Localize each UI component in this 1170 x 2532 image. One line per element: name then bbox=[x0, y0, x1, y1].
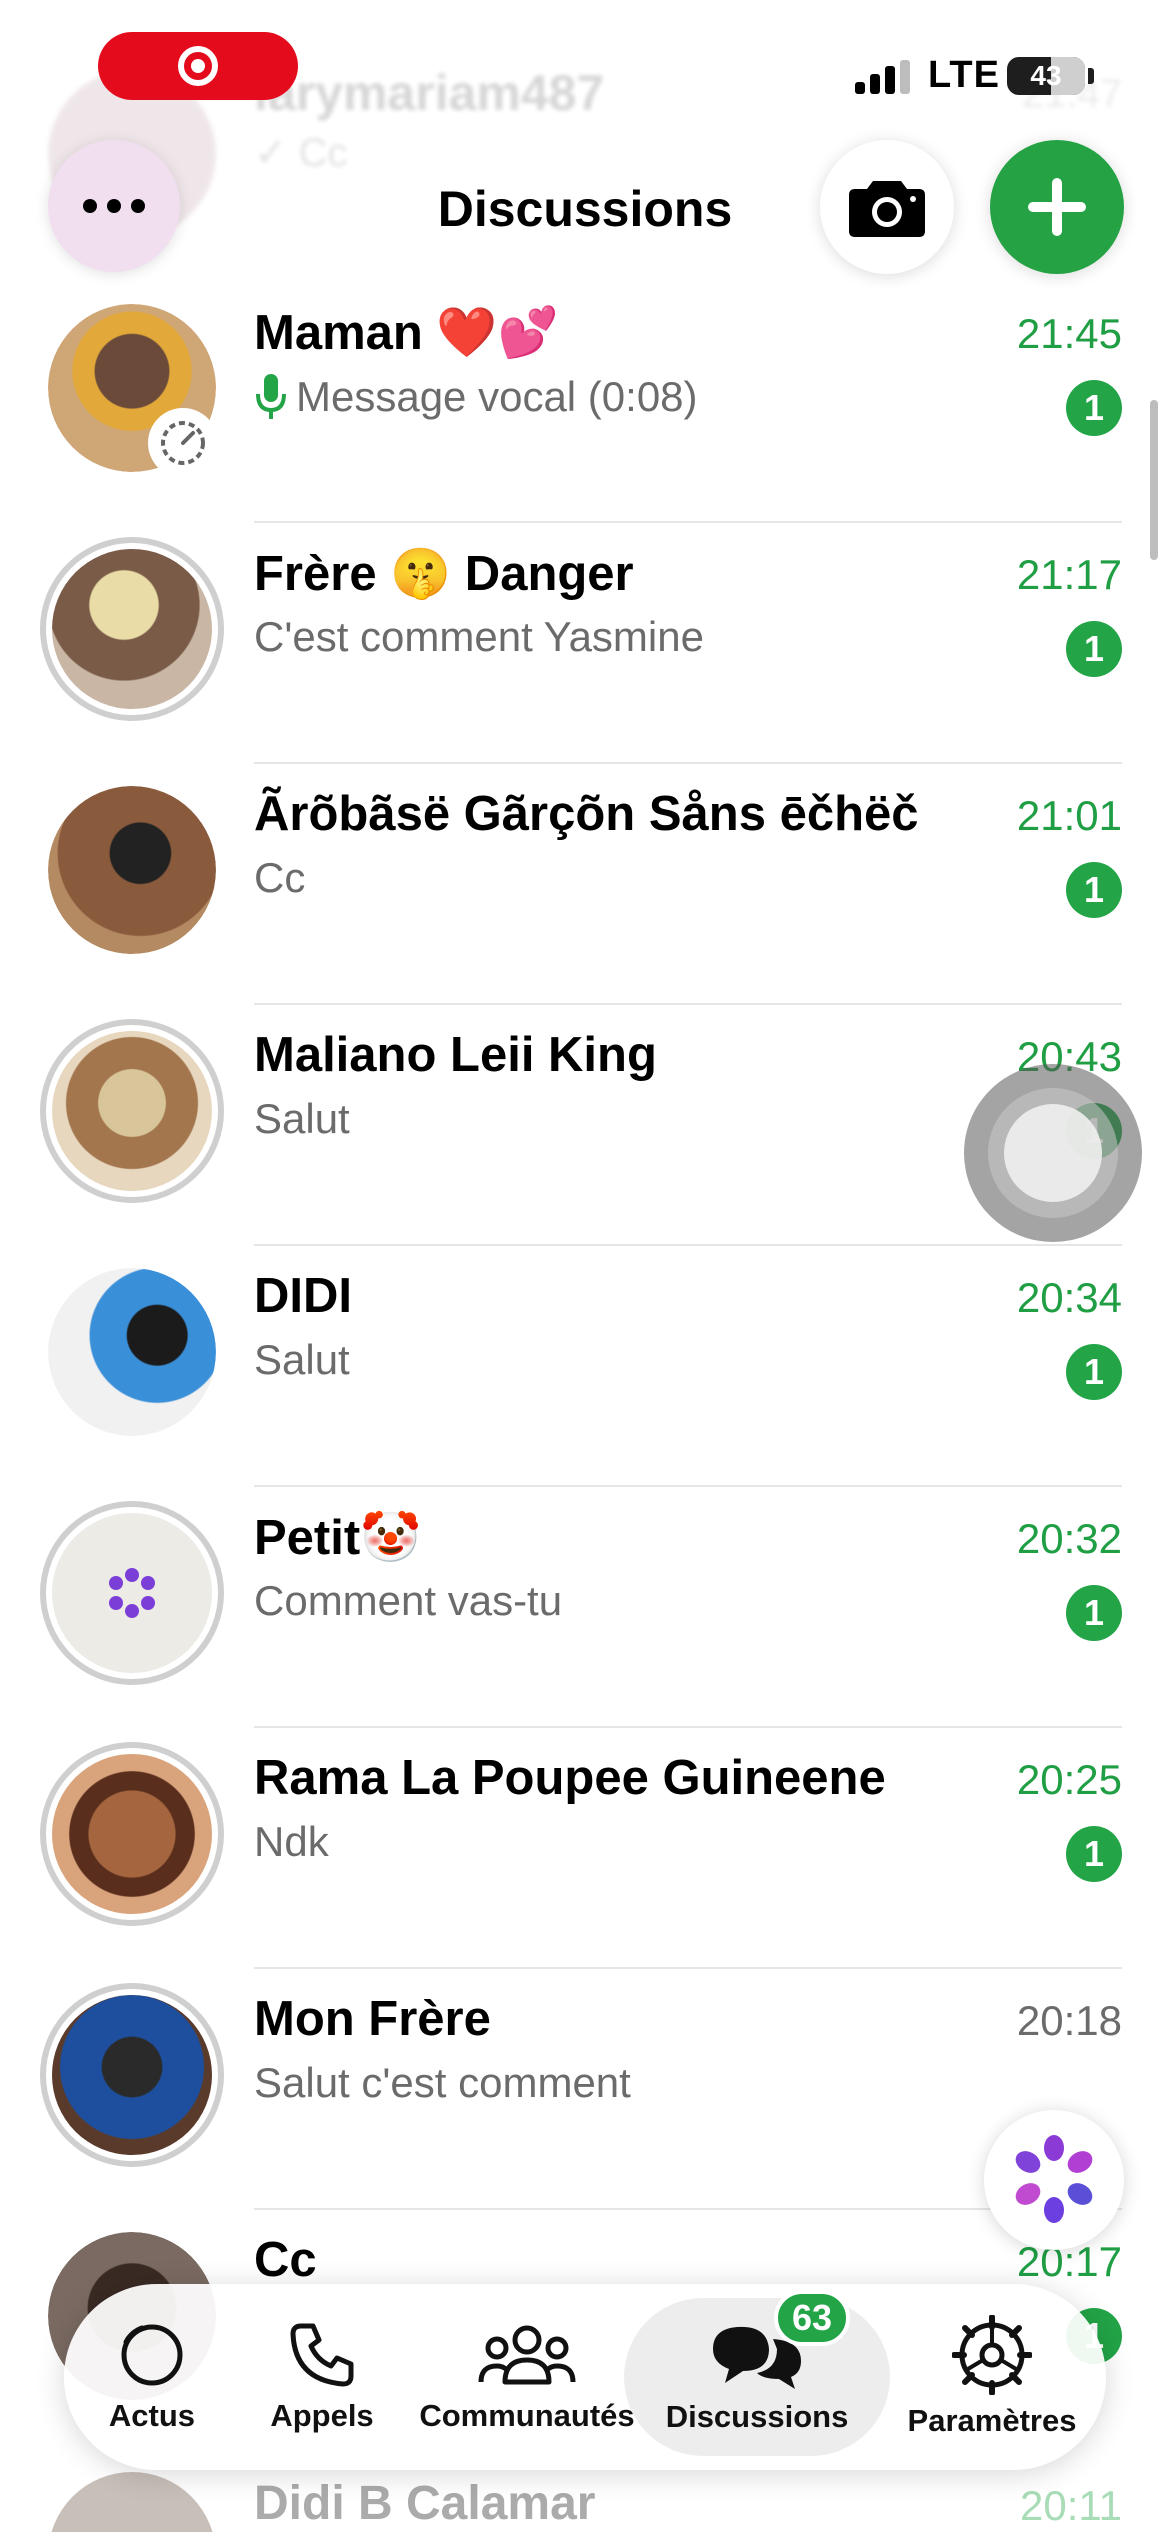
chat-time: 20:34 bbox=[1016, 1274, 1122, 1321]
screen-recording-indicator[interactable] bbox=[98, 32, 298, 100]
chat-message-text: Message vocal (0:08) bbox=[296, 373, 698, 420]
tab-communautes[interactable]: Communautés bbox=[412, 2284, 642, 2470]
battery-icon: 43 bbox=[1007, 57, 1085, 95]
plus-icon bbox=[1028, 178, 1086, 236]
header: Discussions bbox=[0, 140, 1170, 280]
unread-badge: 1 bbox=[1066, 1344, 1122, 1400]
chat-time: 21:01 bbox=[1016, 792, 1122, 839]
chat-row[interactable]: Petit🤡 Comment vas-tu 20:32 1 bbox=[0, 1485, 1170, 1726]
avatar bbox=[40, 1501, 224, 1685]
chat-time: 21:45 bbox=[1016, 310, 1122, 357]
disappearing-messages-icon bbox=[148, 408, 218, 478]
unread-count-badge: 63 bbox=[774, 2290, 850, 2346]
tab-discussions[interactable]: Discussions 63 bbox=[624, 2290, 890, 2456]
avatar bbox=[48, 1268, 216, 1436]
unread-badge: 1 bbox=[1066, 1585, 1122, 1641]
chat-name: Cc bbox=[254, 2233, 317, 2287]
tab-label: Actus bbox=[108, 2398, 196, 2433]
chat-message: Salut bbox=[254, 1336, 350, 1383]
chat-message: Message vocal (0:08) bbox=[254, 372, 698, 422]
unread-badge: 1 bbox=[1066, 621, 1122, 677]
status-bar: LTE 43 bbox=[0, 0, 1170, 140]
gear-icon bbox=[952, 2315, 1032, 2395]
chat-list: Maman ❤️💕 Message vocal (0:08) 21:45 1 F… bbox=[0, 280, 1170, 2449]
cellular-signal-icon bbox=[855, 60, 915, 94]
camera-button[interactable] bbox=[820, 140, 954, 274]
microphone-icon bbox=[256, 374, 286, 419]
chat-time: 20:32 bbox=[1016, 1515, 1122, 1562]
chat-message: Ndk bbox=[254, 1818, 329, 1865]
unread-badge: 1 bbox=[1066, 1826, 1122, 1882]
chat-time: 21:17 bbox=[1016, 551, 1122, 598]
avatar bbox=[40, 1983, 224, 2167]
communities-icon bbox=[478, 2325, 576, 2385]
chat-name: Maman ❤️💕 bbox=[254, 306, 559, 360]
chat-row[interactable]: Ãrõbãsë Gãrçõn Såns ēčhëč Cc 21:01 1 bbox=[0, 762, 1170, 1003]
avatar bbox=[40, 1019, 224, 1203]
chat-time: 20:11 bbox=[1020, 2482, 1122, 2529]
tab-label: Communautés bbox=[419, 2398, 635, 2433]
tab-label: Appels bbox=[270, 2398, 374, 2433]
tab-label: Paramètres bbox=[907, 2403, 1077, 2438]
chat-message: C'est comment Yasmine bbox=[254, 613, 704, 660]
avatar bbox=[48, 786, 216, 954]
avatar bbox=[40, 537, 224, 721]
chat-name: Mon Frère bbox=[254, 1992, 491, 2046]
status-icon bbox=[121, 2324, 183, 2386]
new-chat-button[interactable] bbox=[990, 140, 1124, 274]
chat-name: Ãrõbãsë Gãrçõn Såns ēčhëč bbox=[254, 787, 919, 841]
camera-icon bbox=[849, 181, 925, 237]
meta-ai-icon bbox=[109, 1568, 155, 1618]
chat-name: Petit🤡 bbox=[254, 1511, 422, 1565]
chat-message: Salut c'est comment bbox=[254, 2059, 631, 2106]
chat-row[interactable]: Maman ❤️💕 Message vocal (0:08) 21:45 1 bbox=[0, 280, 1170, 521]
chat-time: 20:18 bbox=[1016, 1997, 1122, 2044]
meta-ai-icon bbox=[1015, 2135, 1093, 2223]
battery-level: 43 bbox=[1030, 60, 1062, 91]
chat-name: DIDI bbox=[254, 1269, 352, 1323]
chat-message: Salut bbox=[254, 1095, 350, 1142]
chat-name: Frère 🤫 Danger bbox=[254, 547, 634, 601]
network-type: LTE bbox=[928, 54, 1000, 96]
chat-row[interactable]: Rama La Poupee Guineene Ndk 20:25 1 bbox=[0, 1726, 1170, 1967]
tab-label: Discussions bbox=[665, 2399, 849, 2434]
phone-icon bbox=[290, 2323, 354, 2387]
chat-name: Didi B Calamar bbox=[254, 2477, 596, 2530]
chat-time: 20:25 bbox=[1016, 1756, 1122, 1803]
assistive-touch-button[interactable] bbox=[964, 1064, 1142, 1242]
chat-row[interactable]: DIDI Salut 20:34 1 bbox=[0, 1244, 1170, 1485]
meta-ai-button[interactable] bbox=[984, 2110, 1124, 2250]
scroll-indicator[interactable] bbox=[1150, 400, 1158, 560]
tab-parametres[interactable]: Paramètres bbox=[902, 2284, 1082, 2470]
chat-message: Cc bbox=[254, 854, 306, 901]
tab-actus[interactable]: Actus bbox=[82, 2284, 222, 2470]
chat-name: Rama La Poupee Guineene bbox=[254, 1751, 886, 1805]
tab-bar: Actus Appels Communautés Discussions 63 bbox=[64, 2284, 1106, 2470]
avatar bbox=[40, 1742, 224, 1926]
unread-badge: 1 bbox=[1066, 862, 1122, 918]
tab-appels[interactable]: Appels bbox=[252, 2284, 392, 2470]
record-icon bbox=[178, 46, 218, 86]
chat-message: Comment vas-tu bbox=[254, 1577, 563, 1624]
avatar bbox=[48, 2472, 216, 2532]
chat-row[interactable]: Frère 🤫 Danger C'est comment Yasmine 21:… bbox=[0, 521, 1170, 762]
unread-badge: 1 bbox=[1066, 380, 1122, 436]
chat-name: Maliano Leii King bbox=[254, 1028, 657, 1082]
